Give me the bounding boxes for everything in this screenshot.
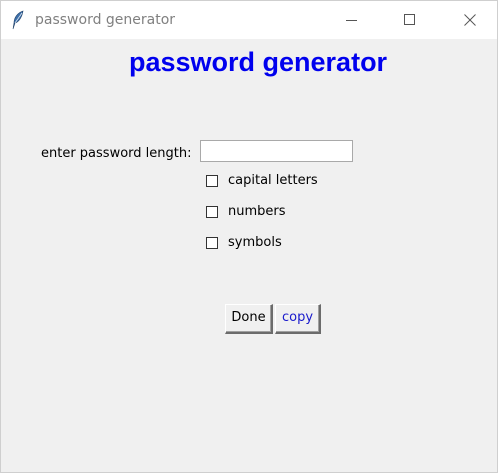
feather-icon [10, 10, 26, 30]
copy-button[interactable]: copy [275, 304, 321, 334]
app-heading: password generator [129, 47, 388, 77]
maximize-button[interactable] [387, 1, 433, 39]
symbols-label: symbols [228, 235, 282, 250]
minimize-button[interactable] [329, 1, 375, 39]
close-button[interactable] [447, 1, 493, 39]
maximize-icon [404, 14, 416, 26]
symbols-option[interactable]: symbols [206, 235, 282, 251]
password-length-label: enter password length: [41, 146, 192, 161]
capital-letters-option[interactable]: capital letters [206, 173, 318, 189]
minimize-icon [346, 14, 358, 26]
symbols-checkbox[interactable] [206, 237, 218, 249]
app-window: password generator password generator en… [0, 0, 498, 473]
window-title: password generator [35, 12, 176, 28]
done-button[interactable]: Done [225, 304, 273, 334]
close-icon [464, 14, 476, 26]
numbers-checkbox[interactable] [206, 206, 218, 218]
title-bar[interactable]: password generator [1, 1, 497, 39]
capital-letters-checkbox[interactable] [206, 175, 218, 187]
numbers-label: numbers [228, 204, 286, 219]
numbers-option[interactable]: numbers [206, 204, 286, 220]
password-length-input[interactable] [200, 140, 353, 162]
capital-letters-label: capital letters [228, 173, 318, 188]
